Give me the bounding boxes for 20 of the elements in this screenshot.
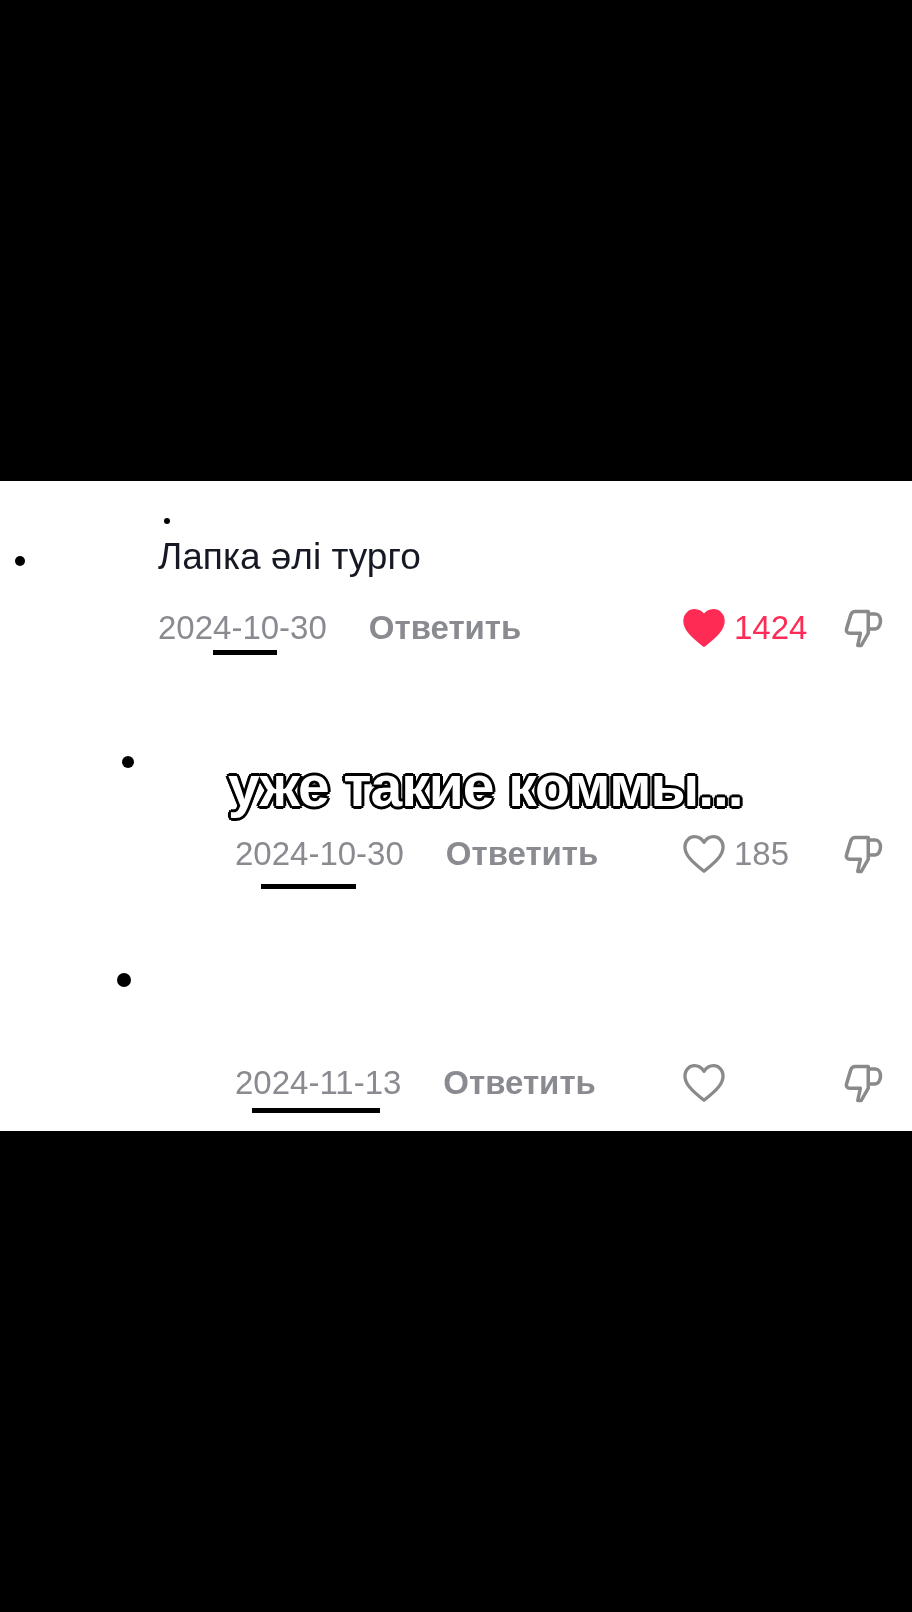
reply-link[interactable]: Ответить — [445, 835, 599, 873]
like-count: 185 — [734, 835, 790, 873]
comment-date: 2024-10-30 — [158, 609, 327, 647]
comment-date: 2024-11-13 — [235, 1064, 402, 1102]
thumbs-down-icon[interactable] — [842, 607, 884, 649]
underline-mark — [213, 650, 277, 655]
heart-icon[interactable] — [682, 834, 726, 874]
reply-link[interactable]: Ответить — [443, 1064, 596, 1102]
filled-heart-icon[interactable] — [682, 608, 726, 648]
thumbs-down-icon[interactable] — [842, 1062, 884, 1104]
reply-link[interactable]: Ответить — [368, 609, 522, 647]
like-count: 1424 — [734, 609, 808, 647]
dot-mark — [122, 756, 134, 768]
dot-mark — [15, 556, 25, 566]
comment-date: 2024-10-30 — [235, 835, 404, 873]
heart-icon[interactable] — [682, 1063, 726, 1103]
dot-mark — [117, 973, 131, 987]
thumbs-down-icon[interactable] — [842, 833, 884, 875]
comment-text: Лапка әлі турго — [158, 537, 422, 577]
dot-mark — [164, 518, 170, 524]
